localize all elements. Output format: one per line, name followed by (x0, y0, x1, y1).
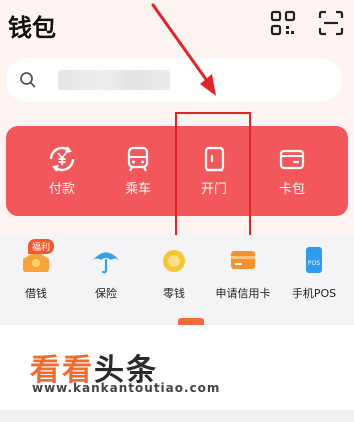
service-loan[interactable]: 福利 借钱 (14, 239, 58, 301)
umbrella-icon (93, 252, 119, 274)
card-wallet-icon (279, 149, 305, 170)
watermark-url: www.kankantoutiao.com (32, 381, 221, 395)
scan-icon[interactable] (318, 10, 344, 36)
card-wallet-label: 卡包 (278, 182, 305, 197)
search-icon (20, 72, 36, 88)
ride-button[interactable]: 乘车 (106, 144, 170, 197)
service-change[interactable]: 零钱 (152, 243, 196, 301)
service-insurance-label: 保险 (95, 287, 117, 300)
ride-label: 乘车 (124, 182, 151, 197)
welfare-badge: 福利 (28, 239, 55, 254)
page-title: 钱包 (8, 14, 56, 42)
pos-icon-text: POS (308, 260, 320, 267)
pay-button[interactable]: 付款 (30, 144, 94, 197)
service-pos[interactable]: POS 手机POS (286, 243, 342, 301)
highlight-box (175, 112, 251, 240)
service-credit-card-label: 申请信用卡 (215, 287, 271, 300)
bus-icon (127, 146, 149, 172)
bottom-divider (0, 410, 354, 422)
service-pos-label: 手机POS (291, 287, 337, 300)
card-wallet-button[interactable]: 卡包 (260, 144, 324, 197)
service-credit-card[interactable]: 申请信用卡 (210, 243, 276, 301)
payment-yuan-icon (49, 146, 75, 172)
pay-label: 付款 (48, 182, 75, 197)
qr-code-icon[interactable] (270, 10, 296, 36)
coins-icon (163, 250, 185, 272)
credit-card-icon (231, 251, 255, 269)
pos-phone-icon: POS (306, 247, 322, 273)
annotation-arrow (151, 3, 216, 96)
services-row: 福利 借钱 保险 零钱 申请信用卡 POS 手机POS (0, 235, 354, 315)
service-change-label: 零钱 (163, 287, 185, 300)
service-insurance[interactable]: 保险 (84, 243, 128, 301)
service-loan-label: 借钱 (25, 287, 47, 300)
